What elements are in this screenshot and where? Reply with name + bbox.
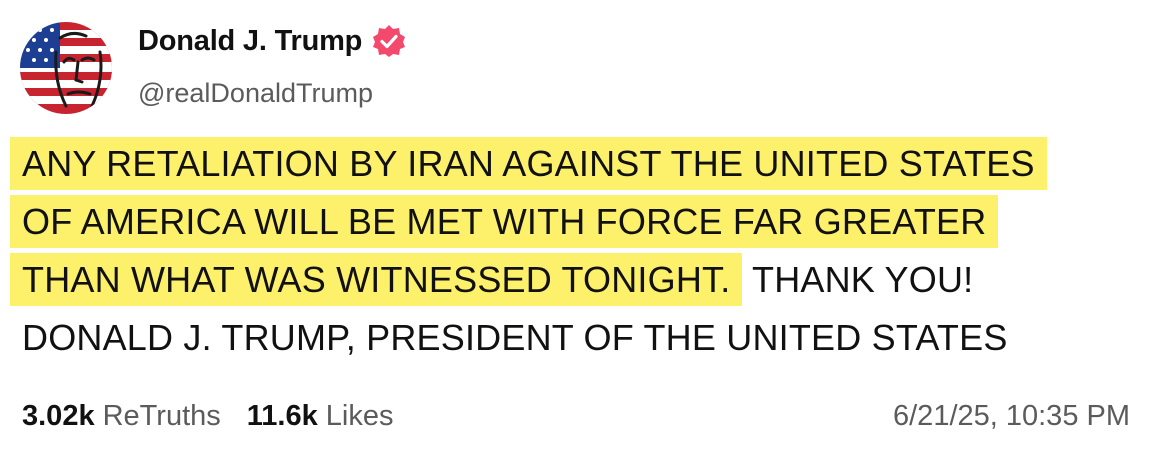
avatar-image [20,22,112,114]
verified-badge-icon [372,24,406,58]
author-row: Donald J. Trump [138,24,406,58]
author-name[interactable]: Donald J. Trump [138,25,362,58]
post-line: ANY RETALIATION BY IRAN AGAINST THE UNIT… [10,135,1140,193]
retruths-label[interactable]: ReTruths [103,400,221,433]
post-trailing-text: THANK YOU! [752,259,974,300]
highlighted-text: ANY RETALIATION BY IRAN AGAINST THE UNIT… [10,137,1047,190]
retruths-count[interactable]: 3.02k [22,400,95,433]
post-body: ANY RETALIATION BY IRAN AGAINST THE UNIT… [10,135,1140,367]
post-line: THAN WHAT WAS WITNESSED TONIGHT. THANK Y… [10,251,1140,309]
post-signature: DONALD J. TRUMP, PRESIDENT OF THE UNITED… [22,317,1008,358]
highlighted-text: OF AMERICA WILL BE MET WITH FORCE FAR GR… [10,195,999,248]
post-line: OF AMERICA WILL BE MET WITH FORCE FAR GR… [10,193,1140,251]
highlighted-text: THAN WHAT WAS WITNESSED TONIGHT. [10,253,743,306]
likes-label[interactable]: Likes [326,400,394,433]
likes-count[interactable]: 11.6k [247,400,318,433]
post-stats: 3.02k ReTruths 11.6k Likes [22,400,419,433]
avatar[interactable] [20,22,112,114]
post-timestamp[interactable]: 6/21/25, 10:35 PM [893,400,1130,433]
author-handle[interactable]: @realDonaldTrump [138,78,373,109]
